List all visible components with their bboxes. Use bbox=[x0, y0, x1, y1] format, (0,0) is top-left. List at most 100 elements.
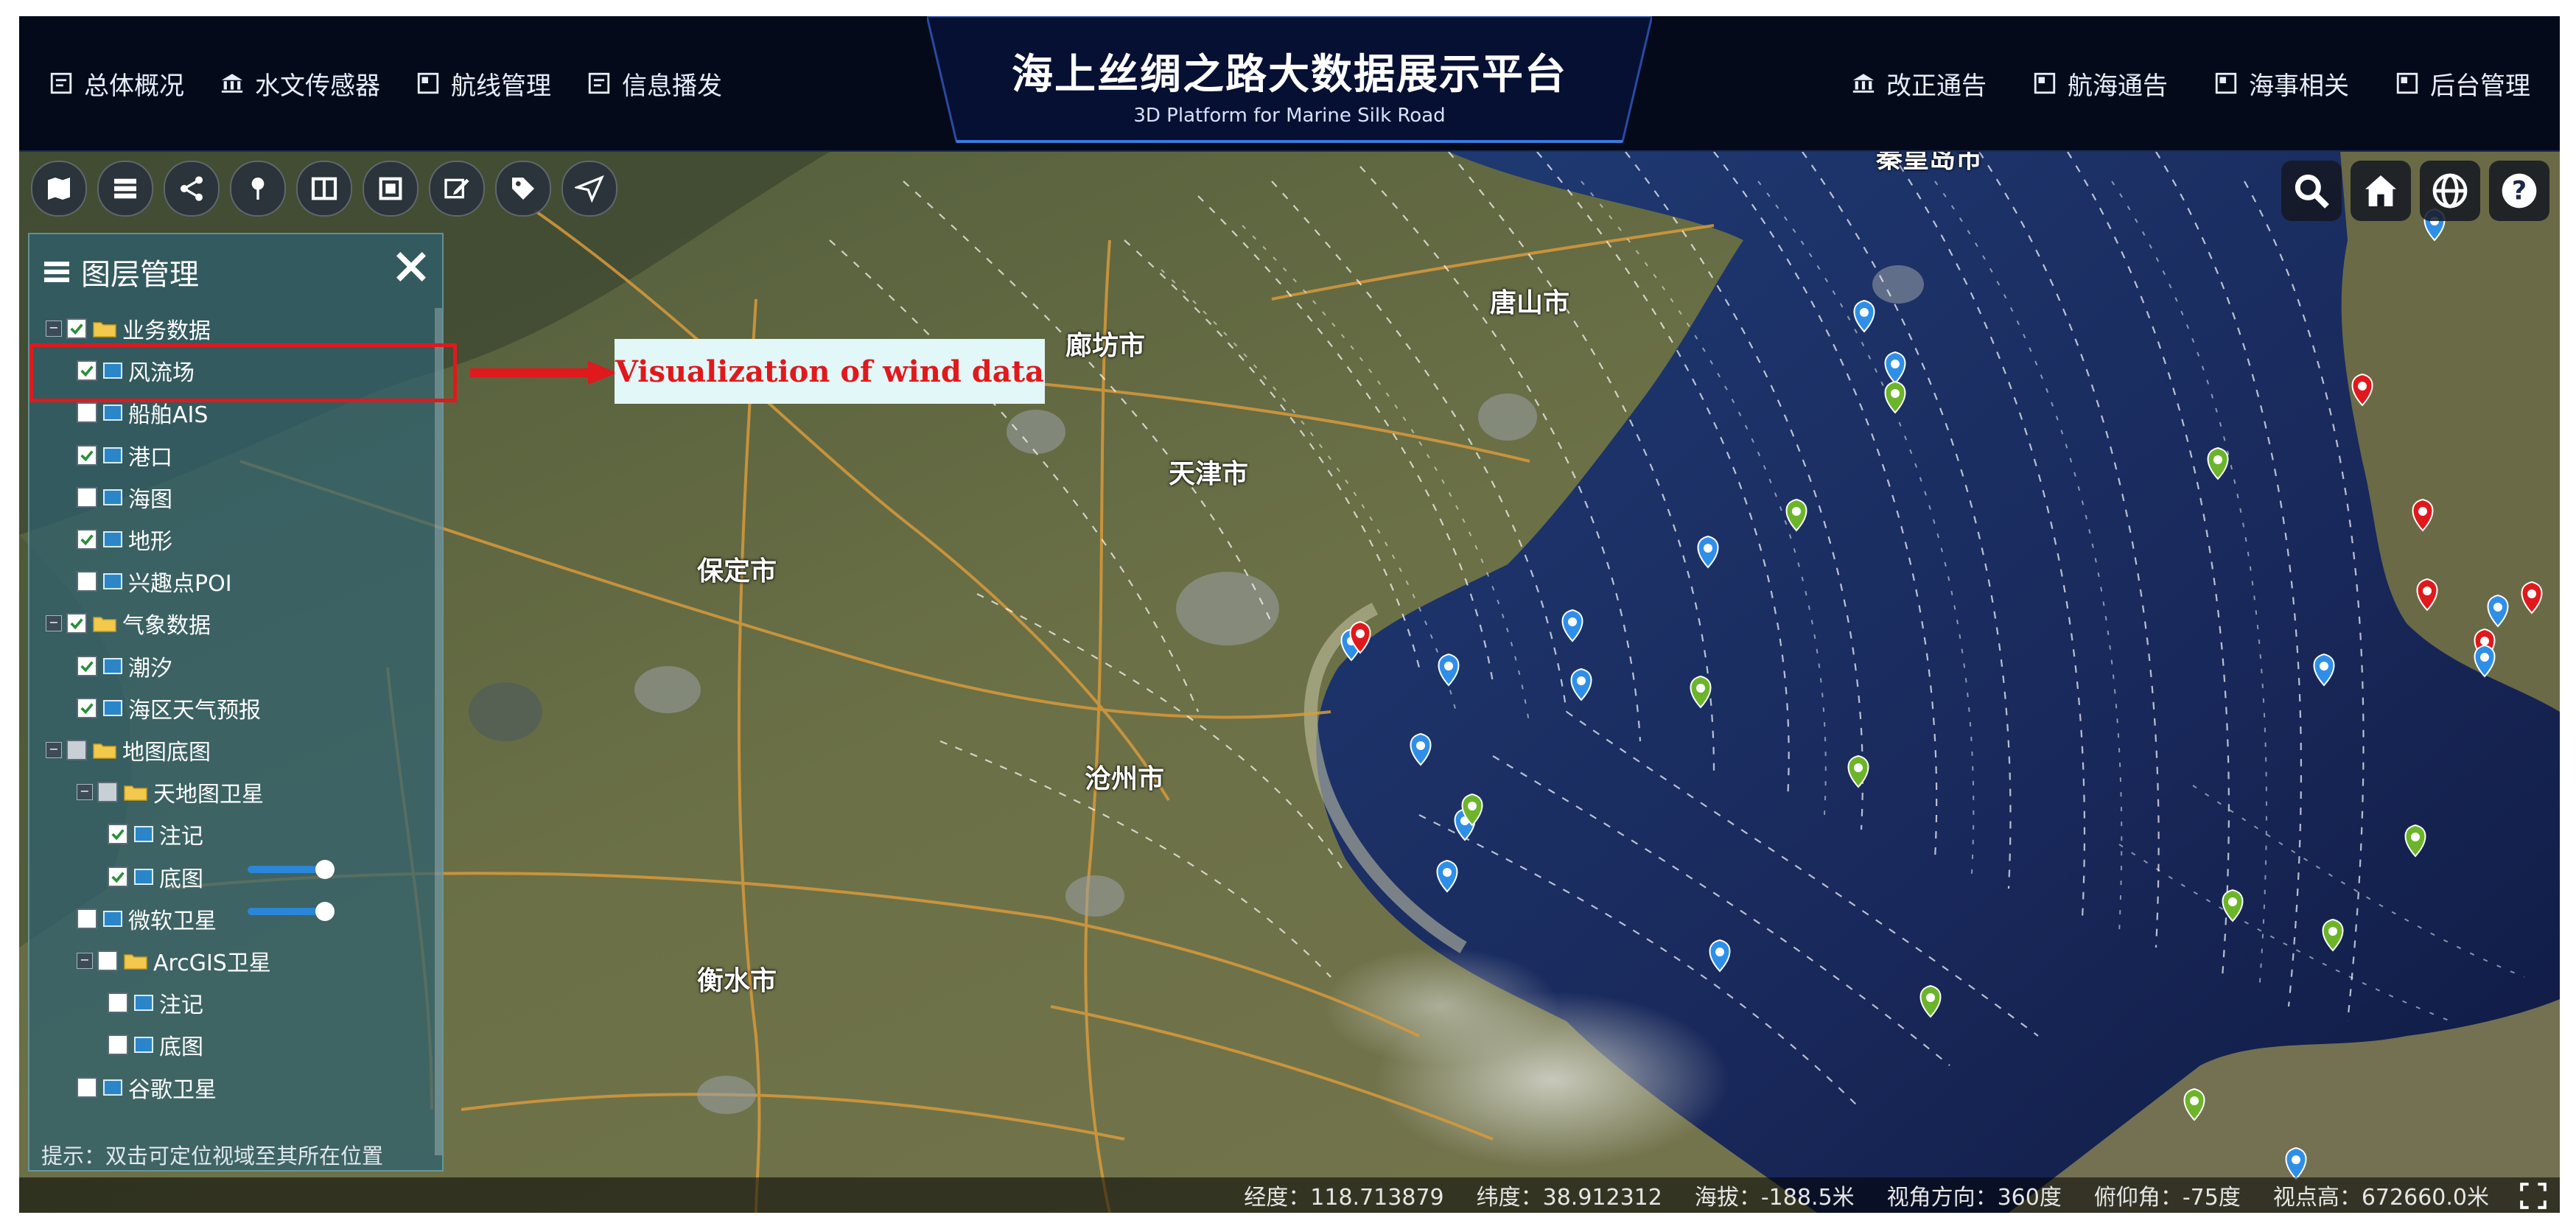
slider-handle[interactable] bbox=[315, 860, 335, 879]
home-icon[interactable] bbox=[2351, 161, 2411, 221]
layer-tree-item[interactable]: 港口 bbox=[77, 436, 172, 475]
layer-checkbox[interactable] bbox=[77, 1076, 97, 1098]
layer-checkbox[interactable] bbox=[108, 824, 128, 845]
nav-left: 总体概况 水文传感器 航线管理 信息播发 bbox=[49, 16, 757, 150]
frame-icon[interactable] bbox=[363, 161, 419, 217]
layer-panel-scrollbar[interactable] bbox=[435, 308, 442, 1155]
page-subtitle: 3D Platform for Marine Silk Road bbox=[1133, 105, 1446, 127]
slider-handle[interactable] bbox=[315, 902, 335, 921]
layer-icon bbox=[103, 489, 122, 505]
globe-icon[interactable] bbox=[2420, 161, 2480, 221]
nav-item-info-broadcast[interactable]: 信息播发 bbox=[587, 66, 722, 102]
layer-tree-item[interactable]: 谷歌卫星 bbox=[77, 1068, 217, 1107]
nav-item-maritime[interactable]: 海事相关 bbox=[2213, 66, 2349, 102]
layer-label: 兴趣点POI bbox=[128, 571, 232, 598]
layer-tree-item[interactable]: 底图 bbox=[108, 858, 203, 896]
layer-tree-item[interactable]: 海区天气预报 bbox=[77, 689, 261, 727]
layer-panel-header: 图层管理 bbox=[43, 251, 199, 293]
fullscreen-icon[interactable] bbox=[2517, 1182, 2549, 1210]
help-icon[interactable]: ? bbox=[2489, 161, 2549, 221]
close-icon[interactable] bbox=[392, 248, 430, 286]
layer-tree-item[interactable]: − ArcGIS卫星 bbox=[77, 942, 271, 980]
nav-item-admin[interactable]: 后台管理 bbox=[2395, 66, 2530, 102]
title-box: 海上丝绸之路大数据展示平台 3D Platform for Marine Sil… bbox=[927, 16, 1652, 150]
layer-tree-item[interactable]: 微软卫星 bbox=[77, 900, 217, 938]
map-toolbar bbox=[31, 161, 628, 217]
map-icon[interactable] bbox=[31, 161, 87, 217]
layer-label: 港口 bbox=[128, 444, 172, 471]
tag-icon[interactable] bbox=[495, 161, 551, 217]
folder-icon bbox=[93, 743, 116, 759]
layer-checkbox[interactable] bbox=[77, 444, 97, 466]
panel-icon bbox=[2034, 72, 2056, 94]
app-window: 唐山市 廊坊市 天津市 保定市 沧州市 衡水市 秦皇岛市 总体概况 水文传感器 … bbox=[19, 16, 2560, 1213]
layer-icon bbox=[134, 1037, 153, 1054]
layer-tree-item[interactable]: 注记 bbox=[108, 815, 203, 853]
split-view-icon[interactable] bbox=[296, 161, 352, 217]
layer-checkbox[interactable] bbox=[77, 486, 97, 508]
layer-tree-item[interactable]: 兴趣点POI bbox=[77, 562, 232, 601]
layer-checkbox[interactable] bbox=[66, 613, 87, 634]
nav-item-hydro-sensor[interactable]: 水文传感器 bbox=[220, 66, 380, 102]
document-icon bbox=[50, 72, 72, 94]
layer-tree-item[interactable]: 潮汐 bbox=[77, 647, 172, 685]
layer-label: 地形 bbox=[128, 529, 172, 555]
layer-checkbox[interactable] bbox=[77, 402, 97, 424]
expand-toggle-icon[interactable]: − bbox=[46, 742, 62, 758]
nav-item-navigation-notice[interactable]: 航海通告 bbox=[2032, 66, 2168, 102]
layer-checkbox[interactable] bbox=[77, 697, 97, 718]
edit-icon[interactable] bbox=[429, 161, 485, 217]
layer-checkbox[interactable] bbox=[97, 950, 118, 971]
nav-item-label: 改正通告 bbox=[1886, 71, 1987, 101]
expand-toggle-icon[interactable]: − bbox=[46, 615, 62, 632]
app-header: 总体概况 水文传感器 航线管理 信息播发 海上丝绸之路大数据展示平台 3D Pl… bbox=[19, 16, 2560, 152]
city-label-tangshan: 唐山市 bbox=[1490, 288, 1570, 318]
layer-checkbox[interactable] bbox=[97, 782, 118, 803]
annotation-opacity-slider[interactable] bbox=[248, 860, 335, 879]
layer-checkbox[interactable] bbox=[77, 908, 97, 929]
nav-item-label: 航海通告 bbox=[2068, 71, 2168, 101]
layer-tree-item[interactable]: 地形 bbox=[77, 520, 172, 559]
layer-checkbox[interactable] bbox=[77, 655, 97, 676]
nav-item-overview[interactable]: 总体概况 bbox=[49, 66, 184, 102]
layer-icon bbox=[103, 1079, 122, 1096]
layer-checkbox[interactable] bbox=[66, 740, 87, 760]
send-icon[interactable] bbox=[561, 161, 617, 217]
layer-tree-item[interactable]: 注记 bbox=[108, 984, 203, 1022]
share-icon[interactable] bbox=[164, 161, 220, 217]
folder-icon bbox=[93, 617, 116, 633]
pin-icon[interactable] bbox=[230, 161, 286, 217]
nav-item-label: 水文传感器 bbox=[255, 71, 380, 101]
document-icon bbox=[588, 72, 610, 94]
layer-icon bbox=[103, 573, 122, 590]
layer-panel-hint: 提示：双击可定位视域至其所在位置 bbox=[41, 1144, 384, 1169]
layer-checkbox[interactable] bbox=[108, 992, 128, 1014]
layer-label: 海区天气预报 bbox=[128, 697, 261, 724]
layer-tree-item[interactable]: − 地图底图 bbox=[46, 731, 211, 769]
layer-checkbox[interactable] bbox=[108, 1034, 128, 1056]
layer-tree-item[interactable]: − 气象数据 bbox=[46, 604, 211, 642]
nav-item-route-management[interactable]: 航线管理 bbox=[416, 66, 551, 102]
layer-checkbox[interactable] bbox=[77, 571, 97, 592]
city-label-tianjin: 天津市 bbox=[1169, 459, 1249, 489]
layer-checkbox[interactable] bbox=[108, 866, 128, 887]
layer-icon bbox=[103, 531, 122, 547]
expand-toggle-icon[interactable]: − bbox=[46, 321, 62, 337]
layer-checkbox[interactable] bbox=[66, 318, 87, 339]
search-icon[interactable] bbox=[2281, 161, 2342, 221]
list-icon[interactable] bbox=[97, 161, 153, 217]
basemap-opacity-slider[interactable] bbox=[248, 902, 335, 921]
layer-checkbox[interactable] bbox=[77, 529, 97, 550]
nav-item-label: 海事相关 bbox=[2249, 71, 2349, 101]
expand-toggle-icon[interactable]: − bbox=[77, 953, 93, 969]
nav-item-label: 后台管理 bbox=[2430, 71, 2530, 101]
layer-tree-item[interactable]: 海图 bbox=[77, 478, 172, 517]
layer-tree-item[interactable]: − 天地图卫星 bbox=[77, 773, 264, 811]
layer-tree-item[interactable]: 底图 bbox=[108, 1026, 203, 1064]
layer-label: 注记 bbox=[159, 824, 203, 850]
nav-item-label: 航线管理 bbox=[451, 71, 551, 101]
expand-toggle-icon[interactable]: − bbox=[77, 784, 93, 801]
panel-icon bbox=[2215, 72, 2237, 94]
nav-item-correction-notice[interactable]: 改正通告 bbox=[1851, 66, 1987, 102]
layer-tree-item[interactable]: − 业务数据 bbox=[46, 309, 211, 348]
